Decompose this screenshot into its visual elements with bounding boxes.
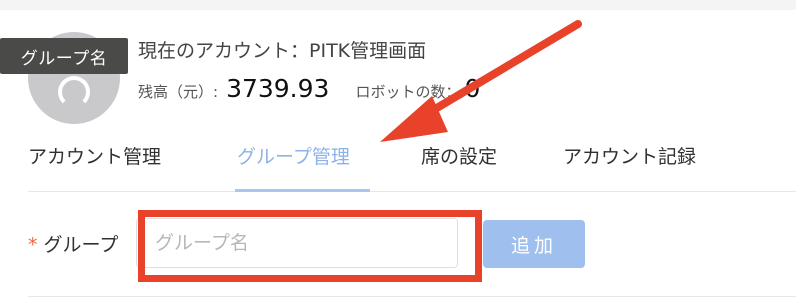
add-button[interactable]: 追加	[483, 220, 585, 268]
balance-value: 3739.93	[226, 74, 330, 103]
tab-bar: アカウント管理 グループ管理 席の設定 アカウント記録	[28, 130, 796, 192]
tab-account-records[interactable]: アカウント記録	[563, 142, 696, 192]
tab-seat-settings[interactable]: 席の設定	[421, 142, 497, 192]
group-form: *グループ 追加	[28, 218, 788, 270]
group-label-text: グループ	[43, 234, 119, 256]
account-info: 現在のアカウント：PITK管理画面	[138, 36, 426, 63]
required-mark: *	[28, 234, 38, 256]
balance-info: 残高（元）: 3739.93 ロボットの数： 0	[138, 74, 480, 103]
balance-label: 残高（元）:	[138, 83, 219, 101]
group-name-input[interactable]	[136, 218, 458, 268]
divider	[28, 296, 796, 297]
tab-group-management[interactable]: グループ管理	[237, 142, 350, 192]
tab-account-management[interactable]: アカウント管理	[28, 142, 161, 192]
tooltip: グループ名	[0, 38, 128, 74]
active-tab-indicator	[235, 189, 370, 192]
robot-count-label: ロボットの数：	[355, 83, 461, 101]
robot-count-value: 0	[464, 74, 481, 103]
account-name: PITK管理画面	[309, 40, 427, 62]
account-prefix: 現在のアカウント：	[138, 40, 310, 62]
group-field-label: * グループ	[28, 230, 118, 257]
